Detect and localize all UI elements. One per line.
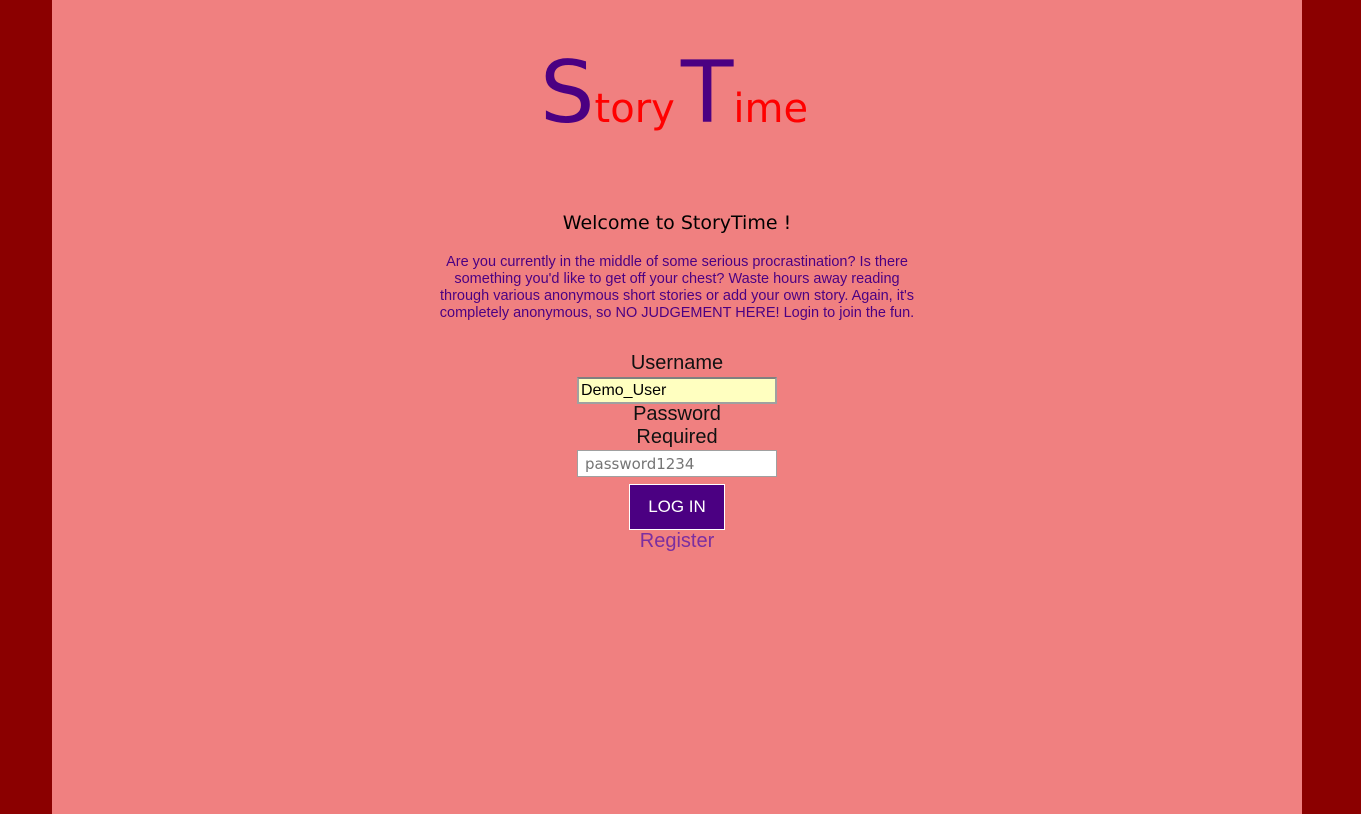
logo-letter-t: T: [680, 43, 734, 143]
storytime-logo: StoryTime: [52, 50, 1302, 136]
password-input[interactable]: [577, 450, 777, 477]
password-required-label: Required: [636, 426, 718, 448]
password-label: Password: [633, 403, 721, 425]
main-page: StoryTime Welcome to StoryTime ! Are you…: [52, 0, 1302, 814]
logo-text-ime: ime: [733, 86, 809, 132]
username-input[interactable]: [577, 377, 777, 404]
logo-text-tory: tory: [594, 86, 675, 132]
login-button[interactable]: LOG IN: [629, 484, 725, 530]
register-link[interactable]: Register: [52, 530, 1302, 553]
logo-letter-s: S: [539, 43, 595, 143]
intro-paragraph: Are you currently in the middle of some …: [439, 254, 915, 321]
welcome-heading: Welcome to StoryTime !: [562, 212, 792, 234]
username-label: Username: [630, 352, 724, 374]
